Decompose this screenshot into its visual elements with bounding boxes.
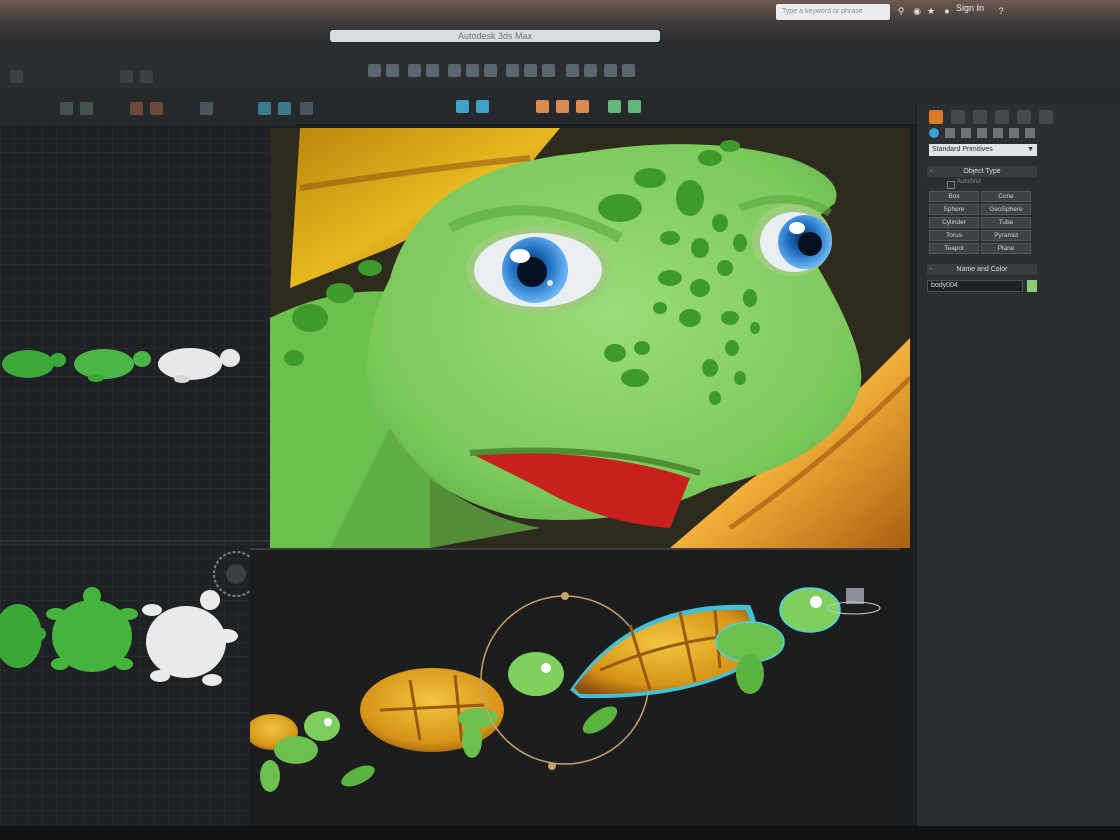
box-button[interactable]: Box xyxy=(929,191,979,202)
mirror-icon[interactable] xyxy=(604,64,617,77)
rollout-title: Name and Color xyxy=(956,266,1008,273)
object-name-input[interactable]: body004 xyxy=(927,280,1023,292)
plane-button[interactable]: Plane xyxy=(981,243,1031,254)
ribbon-tool-icon[interactable] xyxy=(150,102,163,115)
turtle-sprite-green xyxy=(74,349,151,382)
hierarchy-tab-icon[interactable] xyxy=(973,110,987,124)
geometry-icon[interactable] xyxy=(929,128,939,138)
help-icon[interactable]: ? xyxy=(996,6,1006,16)
search-icon[interactable]: ⚲ xyxy=(896,6,906,16)
ribbon-tool-icon[interactable] xyxy=(200,102,213,115)
turtle-sprite-green xyxy=(46,587,138,672)
torus-button[interactable]: Torus xyxy=(929,230,979,241)
display-tab-icon[interactable] xyxy=(1017,110,1031,124)
turtle-sprite-white xyxy=(142,590,238,686)
material-icon[interactable] xyxy=(556,100,569,113)
binoculars-icon[interactable]: ◉ xyxy=(912,6,922,16)
sign-in-link[interactable]: Sign In xyxy=(956,3,984,13)
chevron-down-icon: ▼ xyxy=(1027,146,1034,153)
perspective-viewport[interactable] xyxy=(270,128,910,548)
angle-snap-icon[interactable] xyxy=(584,64,597,77)
left-eye xyxy=(466,226,610,314)
save-icon[interactable] xyxy=(140,70,153,83)
ribbon-tool-icon[interactable] xyxy=(80,102,93,115)
spacewarps-icon[interactable] xyxy=(1009,128,1019,138)
animation-viewport[interactable] xyxy=(250,548,900,840)
rollout-title: Object Type xyxy=(963,168,1001,175)
snap-icon[interactable] xyxy=(566,64,579,77)
open-icon[interactable] xyxy=(120,70,133,83)
primitive-type-select[interactable]: Standard Primitives ▼ xyxy=(929,144,1037,156)
shapes-icon[interactable] xyxy=(945,128,955,138)
turtle-selected[interactable] xyxy=(570,587,841,739)
lights-icon[interactable] xyxy=(961,128,971,138)
modify-tab-icon[interactable] xyxy=(951,110,965,124)
ribbon-tool-icon[interactable] xyxy=(130,102,143,115)
main-toolbar xyxy=(0,42,1120,89)
render-icon[interactable] xyxy=(608,100,621,113)
link-icon[interactable] xyxy=(408,64,421,77)
motion-tab-icon[interactable] xyxy=(995,110,1009,124)
turtle-side-sprites xyxy=(2,348,240,383)
select-by-name-icon[interactable] xyxy=(466,64,479,77)
systems-icon[interactable] xyxy=(1025,128,1035,138)
pyramid-button[interactable]: Pyramid xyxy=(981,230,1031,241)
teapot-button[interactable]: Teapot xyxy=(929,243,979,254)
object-color-swatch[interactable] xyxy=(1027,280,1037,292)
helpers-icon[interactable] xyxy=(993,128,1003,138)
name-and-color-rollout[interactable]: - Name and Color xyxy=(927,264,1037,275)
cameras-icon[interactable] xyxy=(977,128,987,138)
rotate-icon[interactable] xyxy=(524,64,537,77)
collapse-icon: - xyxy=(930,266,933,273)
undo-icon[interactable] xyxy=(368,64,381,77)
ribbon-tool-icon[interactable] xyxy=(258,102,271,115)
ribbon-tool-icon[interactable] xyxy=(300,102,313,115)
collapse-icon: - xyxy=(930,168,933,175)
select-region-icon[interactable] xyxy=(484,64,497,77)
cone-button[interactable]: Cone xyxy=(981,191,1031,202)
turtle-sprite-green xyxy=(2,350,66,378)
document-title: Autodesk 3ds Max xyxy=(330,30,660,42)
object-type-rollout[interactable]: - Object Type xyxy=(927,166,1037,177)
create-tab-icon[interactable] xyxy=(929,110,943,124)
render-frame-icon[interactable] xyxy=(476,100,489,113)
move-icon[interactable] xyxy=(506,64,519,77)
workspace-icon[interactable] xyxy=(10,70,23,83)
render-production-icon[interactable] xyxy=(628,100,641,113)
ribbon-tool-icon[interactable] xyxy=(60,102,73,115)
autogrid-label: AutoGrid xyxy=(957,179,981,185)
star-icon[interactable]: ★ xyxy=(926,6,936,16)
utilities-tab-icon[interactable] xyxy=(1039,110,1053,124)
material-icon[interactable] xyxy=(576,100,589,113)
viewport-divider xyxy=(0,540,296,542)
render-setup-icon[interactable] xyxy=(456,100,469,113)
cylinder-button[interactable]: Cylinder xyxy=(929,217,979,228)
turtle-frame-2[interactable] xyxy=(338,652,564,791)
align-icon[interactable] xyxy=(622,64,635,77)
primitive-type-value: Standard Primitives xyxy=(932,146,993,153)
status-bar xyxy=(0,826,1120,840)
tube-button[interactable]: Tube xyxy=(981,217,1031,228)
user-icon[interactable]: ● xyxy=(942,6,952,16)
autogrid-checkbox[interactable] xyxy=(947,181,955,189)
turtle-sprite-white xyxy=(158,348,240,383)
turtle-frame-1[interactable] xyxy=(250,711,340,792)
redo-icon[interactable] xyxy=(386,64,399,77)
geosphere-button[interactable]: GeoSphere xyxy=(981,204,1031,215)
right-eye xyxy=(752,204,832,276)
turtle-sprite-green xyxy=(0,604,46,668)
search-input[interactable]: Type a keyword or phrase xyxy=(776,4,890,20)
material-editor-icon[interactable] xyxy=(536,100,549,113)
scale-icon[interactable] xyxy=(542,64,555,77)
sphere-button[interactable]: Sphere xyxy=(929,204,979,215)
ribbon-tool-icon[interactable] xyxy=(278,102,291,115)
select-object-icon[interactable] xyxy=(448,64,461,77)
unlink-icon[interactable] xyxy=(426,64,439,77)
command-panel: Standard Primitives ▼ - Object Type Auto… xyxy=(916,104,1120,840)
